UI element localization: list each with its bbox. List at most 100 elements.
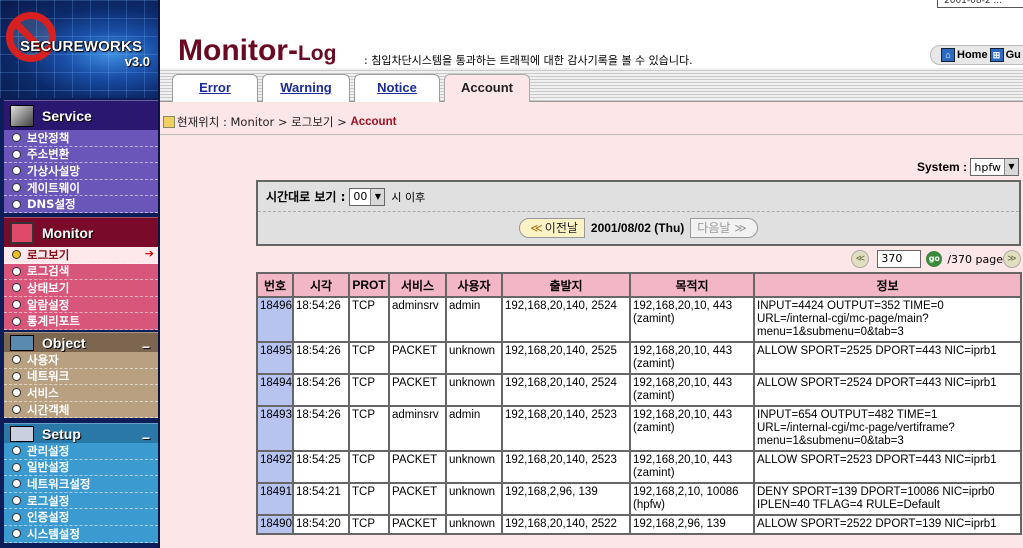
item-label: 네트워크설정 xyxy=(27,476,91,491)
logo-version: v3.0 xyxy=(124,54,150,69)
page: SECUREWORKS v3.0 Service 보안정책 주소변환 가상사설망… xyxy=(0,0,1023,548)
sidebar-item-user[interactable]: 사용자 xyxy=(4,352,158,369)
sidebar: SECUREWORKS v3.0 Service 보안정책 주소변환 가상사설망… xyxy=(0,0,160,548)
item-label: 주소변환 xyxy=(27,147,70,162)
next-day-button[interactable]: 다음날 ≫ xyxy=(690,218,758,238)
table-row[interactable]: 18492 18:54:25 TCP PACKET unknown 192,168,20,… xyxy=(256,450,1022,484)
go-button[interactable]: go xyxy=(926,251,943,267)
table-row[interactable]: 18494 18:54:26 TCP PACKET unknown 192,168,20,… xyxy=(256,373,1022,407)
sidebar-item-network[interactable]: 네트워크 xyxy=(4,369,158,386)
menu-head-setup[interactable]: Setup − xyxy=(4,423,158,446)
cell-info: ALLOW SPORT=2522 DPORT=139 NIC=iprb1 xyxy=(753,514,1022,535)
col-header-destination[interactable]: 목적지 xyxy=(629,272,755,298)
tab-warning[interactable]: Warning xyxy=(262,74,350,102)
arrow-right-icon: ➔ xyxy=(144,247,154,260)
cell-service: PACKET xyxy=(388,514,447,535)
tab-notice[interactable]: Notice xyxy=(354,74,440,102)
sidebar-item-general-settings[interactable]: 일반설정 xyxy=(4,460,158,477)
cell-source: 192,168,20,140, 2525 xyxy=(501,341,631,375)
first-page-icon[interactable]: ≪ xyxy=(851,250,870,268)
item-label: 보안정책 xyxy=(27,130,70,145)
menu-head-service[interactable]: Service xyxy=(4,100,158,130)
table-row[interactable]: 18491 18:54:21 TCP PACKET unknown 192,168,2,9… xyxy=(256,482,1022,516)
time-filter-panel: 시간대로 보기 : 00 ▼ 시 이후 ≪ 이전날 2001/08/02 (Thu… xyxy=(256,180,1021,246)
item-label: 가상사설망 xyxy=(27,163,80,178)
cell-no: 18490 xyxy=(256,514,294,535)
system-select[interactable]: hpfw ▼ xyxy=(970,158,1019,176)
destination-host: (zamint) xyxy=(633,390,675,402)
sidebar-item-vpn[interactable]: 가상사설망 xyxy=(4,163,158,180)
sidebar-item-service[interactable]: 서비스 xyxy=(4,385,158,402)
sidebar-item-log-search[interactable]: 로그검색 xyxy=(4,264,158,281)
cell-service: PACKET xyxy=(388,341,447,375)
table-row[interactable]: 18490 18:54:20 TCP PACKET unknown 192,168,20,… xyxy=(256,514,1022,535)
page-input[interactable]: 370 xyxy=(877,250,922,268)
cell-no: 18493 xyxy=(256,405,294,452)
guide-link[interactable]: Gu xyxy=(1006,49,1021,61)
cell-user: unknown xyxy=(445,514,503,535)
page-description: : 침입차단시스템을 통과하는 트래픽에 대한 감사기록을 볼 수 있습니다. xyxy=(364,54,693,67)
col-header-prot[interactable]: PROT xyxy=(348,272,390,298)
cell-time: 18:54:26 xyxy=(292,405,350,452)
menu-head-label: Setup xyxy=(42,425,81,442)
menu-head-object[interactable]: Object − xyxy=(4,332,158,355)
table-row[interactable]: 18493 18:54:26 TCP adminsrv admin 192,168,20,… xyxy=(256,405,1022,452)
col-header-no[interactable]: 번호 xyxy=(256,272,294,298)
cell-time: 18:54:26 xyxy=(292,373,350,407)
date-display: 2001-08-2 ... xyxy=(937,0,1023,8)
menu-section-service: Service 보안정책 주소변환 가상사설망 게이트웨이 DNS설정 xyxy=(4,100,158,213)
sidebar-item-log-settings[interactable]: 로그설정 xyxy=(4,493,158,510)
info-line: ALLOW SPORT=2525 DPORT=443 NIC=iprb1 xyxy=(757,345,997,357)
cell-service: adminsrv xyxy=(388,296,447,343)
sidebar-item-auth-settings[interactable]: 인증설정 xyxy=(4,509,158,526)
tab-error[interactable]: Error xyxy=(172,74,258,102)
bullet-icon xyxy=(12,496,21,506)
last-page-icon[interactable]: ≫ xyxy=(1003,250,1021,268)
sidebar-item-status[interactable]: 상태보기 xyxy=(4,280,158,297)
cell-service: PACKET xyxy=(388,373,447,407)
sidebar-item-network-settings[interactable]: 네트워크설정 xyxy=(4,476,158,493)
sidebar-item-gateway[interactable]: 게이트웨이 xyxy=(4,180,158,197)
chevron-down-icon: ▼ xyxy=(1004,159,1018,175)
time-filter-row: 시간대로 보기 : 00 ▼ 시 이후 xyxy=(258,182,1019,212)
cell-destination: 192,168,2,10, 10086 (hpfw) xyxy=(629,482,755,516)
sidebar-item-dns[interactable]: DNS설정 xyxy=(4,196,158,213)
col-header-user[interactable]: 사용자 xyxy=(445,272,503,298)
secureworks-logo[interactable]: SECUREWORKS v3.0 xyxy=(0,0,158,98)
cell-user: unknown xyxy=(445,373,503,407)
cell-prot: TCP xyxy=(348,482,390,516)
sidebar-item-time-object[interactable]: 시간객체 xyxy=(4,402,158,419)
destination-host: (zamint) xyxy=(633,358,675,370)
sidebar-item-alarm[interactable]: 알람설정 xyxy=(4,297,158,314)
sidebar-item-log-view[interactable]: 로그보기 ➔ xyxy=(4,247,158,264)
sidebar-item-system-settings[interactable]: 시스템설정 xyxy=(4,526,158,543)
bullet-icon xyxy=(12,388,21,398)
col-header-time[interactable]: 시각 xyxy=(292,272,350,298)
info-line: menu=1&submenu=0&tab=3 xyxy=(757,326,904,338)
prev-day-button[interactable]: ≪ 이전날 xyxy=(519,218,585,238)
home-link[interactable]: Home xyxy=(957,49,988,61)
cell-user: unknown xyxy=(445,482,503,516)
tab-account[interactable]: Account xyxy=(444,74,530,104)
breadcrumb: 현재위치 : Monitor > 로그보기 > Account xyxy=(163,114,396,130)
hour-select[interactable]: 00 ▼ xyxy=(349,187,386,206)
table-row[interactable]: 18496 18:54:26 TCP adminsrv admin 192,168,20,… xyxy=(256,296,1022,343)
bullet-icon xyxy=(12,371,21,381)
sidebar-item-admin-settings[interactable]: 관리설정 xyxy=(4,443,158,460)
item-label: DNS설정 xyxy=(27,197,76,212)
item-label: 인증설정 xyxy=(27,510,70,525)
bullet-icon xyxy=(12,462,21,472)
sidebar-item-security-policy[interactable]: 보안정책 xyxy=(4,130,158,147)
col-header-source[interactable]: 출발지 xyxy=(501,272,631,298)
sidebar-item-report[interactable]: 통계리포트 xyxy=(4,313,158,330)
cell-source: 192,168,20,140, 2523 xyxy=(501,450,631,484)
cell-info: INPUT=654 OUTPUT=482 TIME=1 URL=/internal… xyxy=(753,405,1022,452)
cell-time: 18:54:26 xyxy=(292,296,350,343)
table-row[interactable]: 18495 18:54:26 TCP PACKET unknown 192,168,20,… xyxy=(256,341,1022,375)
menu-head-monitor[interactable]: Monitor xyxy=(4,217,158,247)
col-header-service[interactable]: 서비스 xyxy=(388,272,447,298)
bullet-icon xyxy=(12,149,21,159)
breadcrumb-current: Account xyxy=(350,116,397,128)
sidebar-item-nat[interactable]: 주소변환 xyxy=(4,147,158,164)
col-header-info[interactable]: 정보 xyxy=(753,272,1022,298)
